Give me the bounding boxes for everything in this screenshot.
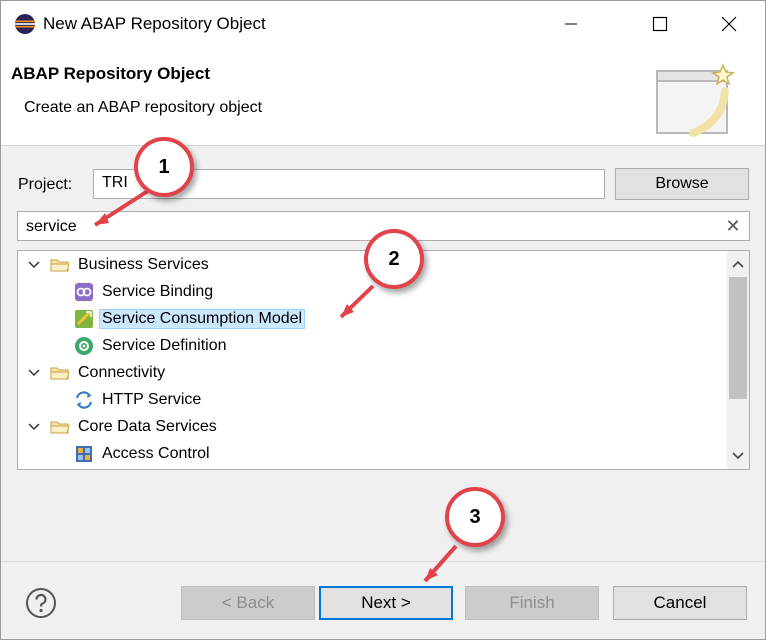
back-button[interactable]: < Back <box>181 586 315 620</box>
scroll-thumb[interactable] <box>729 277 747 399</box>
next-button[interactable]: Next > <box>319 586 453 620</box>
browse-button[interactable]: Browse <box>615 168 749 200</box>
folder-icon <box>50 363 70 383</box>
page-description: Create an ABAP repository object <box>24 99 263 116</box>
button-bar: < Back Next > Finish Cancel <box>1 561 765 639</box>
service-definition-icon <box>74 336 94 356</box>
cancel-button[interactable]: Cancel <box>613 586 747 620</box>
chevron-down-icon <box>732 452 744 460</box>
chevron-down-icon[interactable] <box>26 365 42 381</box>
callout-3: 3 <box>445 487 505 547</box>
tree-scrollbar[interactable] <box>727 251 749 469</box>
close-window-button[interactable] <box>701 1 757 47</box>
project-label: Project: <box>18 176 73 193</box>
tree-item-connectivity[interactable]: Connectivity <box>26 360 165 386</box>
tree-item-label: Business Services <box>78 256 209 273</box>
scroll-up-button[interactable] <box>727 253 749 275</box>
tree-item-http-service[interactable]: HTTP Service <box>74 387 201 413</box>
access-control-icon <box>74 444 94 464</box>
chevron-up-icon <box>732 260 744 268</box>
scroll-down-button[interactable] <box>727 445 749 467</box>
tree-item-service-definition[interactable]: Service Definition <box>74 333 227 359</box>
finish-button[interactable]: Finish <box>465 586 599 620</box>
close-icon <box>721 16 737 32</box>
tree-item-service-consumption-model[interactable]: Service Consumption Model <box>74 306 306 332</box>
window-title: New ABAP Repository Object <box>43 14 266 33</box>
callout-1: 1 <box>134 137 194 197</box>
tree-item-label: Connectivity <box>78 364 166 381</box>
minimize-button[interactable] <box>543 1 599 47</box>
chevron-down-icon[interactable] <box>26 419 42 435</box>
tree-item-label: Service Definition <box>102 337 227 354</box>
tree-item-core-data-services[interactable]: Core Data Services <box>26 414 217 440</box>
tree-item-label: HTTP Service <box>102 391 202 408</box>
chevron-down-icon[interactable] <box>26 257 42 273</box>
service-consumption-model-icon <box>74 309 94 329</box>
maximize-button[interactable] <box>632 1 688 47</box>
page-title: ABAP Repository Object <box>11 64 211 83</box>
dialog-window: New ABAP Repository Object ABAP Reposito… <box>0 0 766 640</box>
new-wizard-icon <box>656 63 736 137</box>
service-binding-icon <box>74 282 94 302</box>
help-icon[interactable] <box>25 587 57 619</box>
http-service-icon <box>74 390 94 410</box>
wizard-header: ABAP Repository Object Create an ABAP re… <box>1 49 765 146</box>
tree-item-label: Core Data Services <box>78 418 217 435</box>
folder-icon <box>50 255 70 275</box>
tree-item-label: Access Control <box>102 445 210 462</box>
filter-text: service <box>26 218 77 235</box>
minimize-icon <box>565 23 577 25</box>
eclipse-icon <box>15 14 35 34</box>
tree-item-label: Service Consumption Model <box>99 309 306 329</box>
tree-item-business-services[interactable]: Business Services <box>26 252 209 278</box>
title-bar: New ABAP Repository Object <box>1 1 765 49</box>
tree-item-service-binding[interactable]: Service Binding <box>74 279 213 305</box>
maximize-icon <box>652 16 668 32</box>
callout-2: 2 <box>364 229 424 289</box>
clear-filter-icon[interactable]: ✕ <box>723 215 743 237</box>
tree-item-label: Service Binding <box>102 283 214 300</box>
folder-icon <box>50 417 70 437</box>
tree-item-access-control[interactable]: Access Control <box>74 441 210 467</box>
